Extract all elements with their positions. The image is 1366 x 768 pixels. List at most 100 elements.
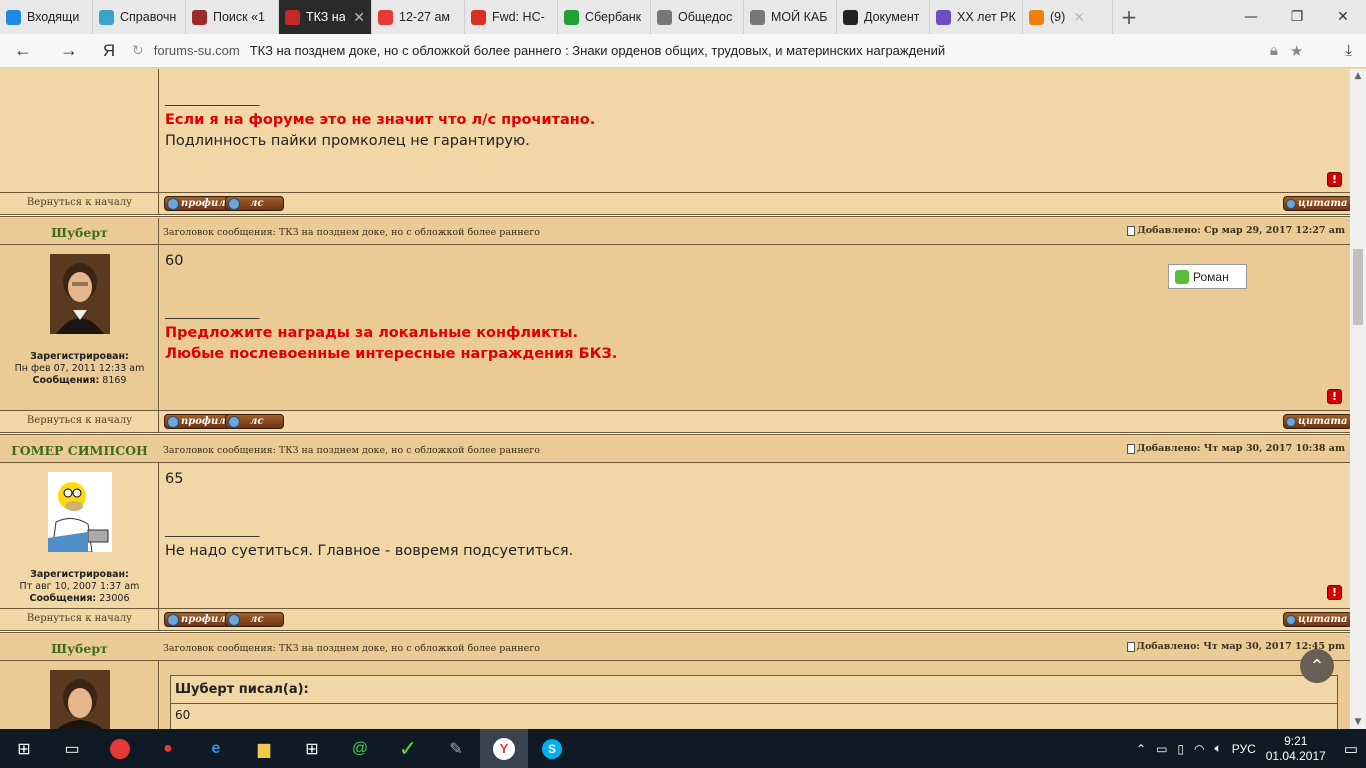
start-windows-icon[interactable]: ⊞ [0,729,48,768]
forward-arrow-icon[interactable]: → [46,34,92,68]
new-tab-button[interactable]: + [1113,0,1145,34]
back-to-top-link[interactable]: Вернуться к началу [0,415,159,426]
post-text: 65 [165,471,184,487]
tab-favicon-icon [843,9,858,25]
browser-tab[interactable]: Справочн [93,0,186,34]
notifications-icon[interactable]: ▭ [1336,740,1358,758]
browser-tab[interactable]: XX лет РК [930,0,1023,34]
browser-tab[interactable]: Fwd: НС- [465,0,558,34]
checkmark-app-icon[interactable]: ✓ [384,729,432,768]
user-icon [167,197,179,210]
post-icon[interactable] [1126,641,1135,652]
quote-author: Шуберт писал(а): [175,682,309,697]
pen-app-icon[interactable]: ✎ [432,729,480,768]
quote-button[interactable]: цитата [1283,612,1350,627]
quote-button[interactable]: цитата [1283,414,1350,429]
chevron-up-icon[interactable]: ⌃ [1136,742,1146,756]
browser-tab[interactable]: Документ [837,0,930,34]
tab-favicon-icon [378,9,393,25]
clock[interactable]: 9:21 01.04.2017 [1266,734,1326,764]
close-window-icon[interactable]: ✕ [1320,0,1366,34]
skype-icon[interactable]: S [528,729,576,768]
post-date: Добавлено: Ср мар 29, 2017 12:27 am [1127,225,1345,236]
bookmark-star-icon[interactable]: ★ [1290,42,1303,60]
signature-line: Любые послевоенные интересные награждени… [165,346,618,362]
tab-label: XX лет РК [957,10,1016,24]
tab-favicon-icon [657,9,672,25]
file-explorer-icon[interactable]: ▆ [240,729,288,768]
download-icon[interactable]: ⤓ [1315,42,1352,59]
battery-icon[interactable]: ▯ [1177,742,1184,756]
browser-tab[interactable]: Поиск «1 [186,0,279,34]
yandex-browser-icon[interactable]: Y [480,729,528,768]
browser-tab[interactable]: Сбербанк [558,0,651,34]
microphone-icon[interactable]: ● [144,729,192,768]
reload-icon[interactable]: ↻ [132,42,144,59]
edge-icon[interactable]: e [192,729,240,768]
back-arrow-icon[interactable]: ← [0,34,46,68]
tab-label: МОЙ КАБ [771,10,828,24]
tab-label: Fwd: НС- [492,10,545,24]
browser-tab[interactable]: 12-27 ам [372,0,465,34]
address-bar: ← → Я ↻ forums-su.com ТКЗ на позднем док… [0,34,1366,68]
quote-block: Шуберт писал(а): 60 [170,675,1338,729]
browser-tab[interactable]: Общедос [651,0,744,34]
browser-tab[interactable]: Входящи [0,0,93,34]
tab-favicon-icon [6,9,21,25]
quote-icon [1286,614,1296,625]
yandex-logo-icon[interactable]: Я [92,41,126,61]
quote-button[interactable]: цитата [1283,196,1350,211]
scroll-up-arrow-icon[interactable]: ▲ [1350,71,1366,81]
store-icon[interactable]: ⊞ [288,729,336,768]
browser-tab[interactable]: МОЙ КАБ [744,0,837,34]
post-icon[interactable] [1127,225,1136,236]
wifi-icon[interactable]: ◠ [1194,742,1204,756]
language-indicator[interactable]: РУС [1232,742,1256,756]
users-icon [228,613,240,626]
pm-button[interactable]: лс [225,414,284,429]
post-author[interactable]: Шуберт [0,641,159,656]
author-info: Зарегистрирован: Пн фев 07, 2011 12:33 a… [14,351,145,386]
minimize-icon[interactable]: — [1228,0,1274,34]
network-icon[interactable]: ▭ [1156,742,1167,756]
tab-label: Общедос [678,10,733,24]
post-icon[interactable] [1127,443,1135,454]
back-to-top-link[interactable]: Вернуться к началу [0,613,159,624]
task-view-icon[interactable]: ▭ [48,729,96,768]
back-to-top-link[interactable]: Вернуться к началу [0,197,159,208]
search-icon[interactable] [96,729,144,768]
volume-icon[interactable]: 🔈︎ [1215,741,1222,756]
report-icon[interactable]: ! [1327,172,1342,187]
lock-icon[interactable]: 🔒︎ [1270,42,1278,59]
scroll-down-arrow-icon[interactable]: ▼ [1350,717,1366,727]
post-author[interactable]: Шуберт [0,225,159,240]
mail-at-icon[interactable]: @ [336,729,384,768]
browser-tab-bar: Входящи Справочн Поиск «1 ТКЗ на ✕ 12-27 ам Fw… [0,0,1366,34]
browser-tab[interactable]: (9) ✕ [1023,0,1113,34]
post-subject: Заголовок сообщения: ТКЗ на позднем доке… [163,643,540,654]
quote-icon [1286,198,1296,209]
tab-favicon-icon [192,9,207,25]
signature-separator: _________________ [165,523,260,538]
page-scrollbar[interactable]: ▲ ▼ [1350,69,1366,729]
scrollbar-thumb[interactable] [1353,249,1363,325]
report-icon[interactable]: ! [1327,389,1342,404]
pm-button[interactable]: лс [225,196,284,211]
post-body: 65 _________________ Не надо суетиться. … [160,463,1350,608]
scroll-to-top-button[interactable]: ⌃ [1300,649,1334,683]
url-field[interactable]: ↻ forums-su.com ТКЗ на позднем доке, но … [126,38,1270,64]
restore-icon[interactable]: ❐ [1274,0,1320,34]
pm-button[interactable]: лс [225,612,284,627]
tab-close-icon[interactable]: ✕ [1073,9,1085,26]
post-subject: Заголовок сообщения: ТКЗ на позднем доке… [163,227,540,238]
report-icon[interactable]: ! [1327,585,1342,600]
tab-favicon-icon [936,9,951,25]
browser-tab[interactable]: ТКЗ на ✕ [279,0,372,34]
signature-line: Подлинность пайки промколец не гарантиру… [165,133,530,149]
user-icon [167,415,179,428]
avatar [48,472,112,552]
tab-close-icon[interactable]: ✕ [353,9,365,26]
avatar [50,670,110,729]
puzzle-icon [1175,269,1189,284]
post-author[interactable]: ГОМЕР СИМПСОН [0,443,159,458]
